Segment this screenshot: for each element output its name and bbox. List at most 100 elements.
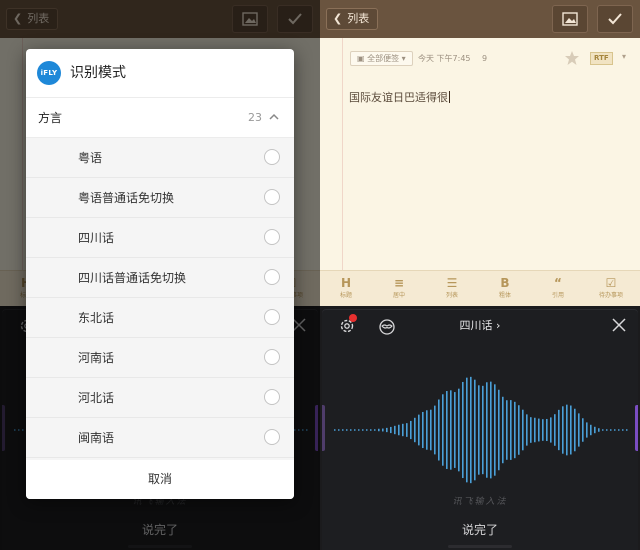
format-button[interactable]: “ 引用 bbox=[536, 275, 580, 300]
dialect-option-label: 闽南语 bbox=[78, 431, 115, 445]
note-meta-row: ▣ 全部便签 ▾ 今天 下午7:45 9 RTF ▾ bbox=[350, 50, 640, 68]
waveform-bar bbox=[366, 429, 368, 431]
dialect-option[interactable]: 河南话 bbox=[26, 338, 294, 378]
top-bar: ❮ 列表 bbox=[320, 0, 640, 38]
waveform-bar bbox=[578, 413, 580, 447]
rtf-badge[interactable]: RTF bbox=[590, 52, 613, 65]
waveform-bar bbox=[542, 419, 544, 441]
dialect-option-label: 东北话 bbox=[78, 311, 115, 325]
format-label: 标题 bbox=[339, 292, 352, 299]
waveform-bar bbox=[482, 385, 484, 475]
radio-button[interactable] bbox=[264, 429, 280, 445]
format-button[interactable]: B 粗体 bbox=[483, 275, 527, 300]
ifly-logo: iFLY bbox=[37, 61, 61, 85]
format-icon: H bbox=[340, 276, 352, 290]
waveform-bar bbox=[546, 418, 548, 442]
radio-button[interactable] bbox=[264, 229, 280, 245]
waveform-bar bbox=[394, 425, 396, 435]
format-label: 待办事项 bbox=[598, 292, 623, 299]
waveform-bar bbox=[410, 420, 412, 440]
waveform-bar bbox=[358, 429, 360, 431]
dialect-option[interactable]: 闽南语 bbox=[26, 418, 294, 458]
waveform-bar bbox=[406, 423, 408, 437]
tag-label: 全部便签 bbox=[367, 54, 400, 63]
paper-margin-line bbox=[342, 38, 343, 270]
radio-button[interactable] bbox=[264, 309, 280, 325]
section-count: 23 bbox=[248, 111, 262, 124]
dialect-option[interactable]: 四川话 bbox=[26, 218, 294, 258]
section-label: 方言 bbox=[38, 111, 63, 125]
chevron-right-icon: › bbox=[496, 319, 501, 332]
format-button[interactable]: H 标题 bbox=[324, 275, 368, 300]
dialect-option[interactable]: 四川话普通话免切换 bbox=[26, 258, 294, 298]
dialect-section-header[interactable]: 方言 23 bbox=[26, 98, 294, 138]
dialect-option[interactable]: 东北话 bbox=[26, 298, 294, 338]
radio-button[interactable] bbox=[264, 149, 280, 165]
format-button[interactable]: ≡ 居中 bbox=[377, 275, 421, 300]
waveform-bar bbox=[498, 389, 500, 471]
format-button[interactable]: ☑ 待办事项 bbox=[589, 275, 633, 300]
dialect-option-label: 河北话 bbox=[78, 391, 115, 405]
home-indicator bbox=[448, 545, 512, 548]
waveform-bar bbox=[554, 414, 556, 446]
waveform-bar bbox=[614, 429, 616, 431]
dialect-option[interactable]: 粤语 bbox=[26, 138, 294, 178]
waveform-bar bbox=[378, 428, 380, 432]
note-paper[interactable] bbox=[320, 38, 640, 270]
dialect-option[interactable]: 河北话 bbox=[26, 378, 294, 418]
waveform-bar bbox=[426, 410, 428, 450]
back-to-list-button[interactable]: ❮ 列表 bbox=[326, 8, 379, 30]
waveform-bar bbox=[354, 429, 356, 431]
done-button[interactable] bbox=[597, 5, 633, 33]
format-button[interactable]: ☰ 列表 bbox=[430, 275, 474, 300]
waveform-bar bbox=[370, 429, 372, 431]
waveform-bar bbox=[458, 388, 460, 472]
tag-selector[interactable]: ▣ 全部便签 ▾ bbox=[350, 51, 413, 66]
waveform-bar bbox=[414, 417, 416, 443]
waveform-bar bbox=[610, 429, 612, 431]
format-icon: ☑ bbox=[605, 276, 617, 290]
waveform-bar bbox=[626, 429, 628, 431]
waveform-bar bbox=[422, 411, 424, 449]
waveform-bar bbox=[602, 429, 604, 431]
waveform-bar bbox=[490, 381, 492, 479]
waveform-bar bbox=[478, 385, 480, 475]
close-icon[interactable] bbox=[612, 318, 626, 332]
waveform-bar bbox=[590, 424, 592, 436]
radio-button[interactable] bbox=[264, 269, 280, 285]
waveform-bar bbox=[618, 429, 620, 431]
waveform-bar bbox=[434, 405, 436, 455]
format-icon: ☰ bbox=[446, 276, 458, 290]
panel-edge-glow-right bbox=[635, 405, 638, 451]
radio-button[interactable] bbox=[264, 189, 280, 205]
brand-watermark: 讯飞输入法 bbox=[452, 497, 508, 507]
waveform-bar bbox=[622, 429, 624, 431]
radio-button[interactable] bbox=[264, 349, 280, 365]
waveform-bar bbox=[338, 429, 340, 431]
cancel-button[interactable]: 取消 bbox=[26, 460, 294, 499]
waveform-bar bbox=[574, 408, 576, 452]
voice-waveform bbox=[334, 376, 628, 484]
waveform-bar bbox=[586, 422, 588, 438]
dialect-option-label: 粤语普通话免切换 bbox=[78, 191, 175, 205]
waveform-bar bbox=[398, 424, 400, 436]
char-count: 9 bbox=[482, 54, 488, 63]
dialect-selector[interactable]: 四川话 › bbox=[322, 317, 638, 335]
insert-image-button[interactable] bbox=[552, 5, 588, 33]
chevron-down-icon[interactable]: ▾ bbox=[622, 52, 626, 61]
waveform-bar bbox=[606, 429, 608, 431]
waveform-bar bbox=[350, 429, 352, 431]
waveform-bar bbox=[538, 418, 540, 442]
finish-speaking-button[interactable]: 说完了 bbox=[322, 521, 638, 538]
waveform-bar bbox=[390, 426, 392, 434]
format-toolbar: H 标题 ≡ 居中 ☰ 列表 B 粗体 “ 引用 ☑ 待办事项 bbox=[320, 270, 640, 306]
note-body-text[interactable]: 国际友谊日巴适得很 bbox=[349, 89, 450, 105]
star-icon[interactable] bbox=[564, 50, 580, 66]
waveform-bar bbox=[562, 406, 564, 454]
waveform-bar bbox=[598, 428, 600, 432]
waveform-bar bbox=[566, 404, 568, 456]
radio-button[interactable] bbox=[264, 389, 280, 405]
dialect-option[interactable]: 粤语普通话免切换 bbox=[26, 178, 294, 218]
waveform-bar bbox=[486, 382, 488, 478]
waveform-bar bbox=[418, 414, 420, 446]
